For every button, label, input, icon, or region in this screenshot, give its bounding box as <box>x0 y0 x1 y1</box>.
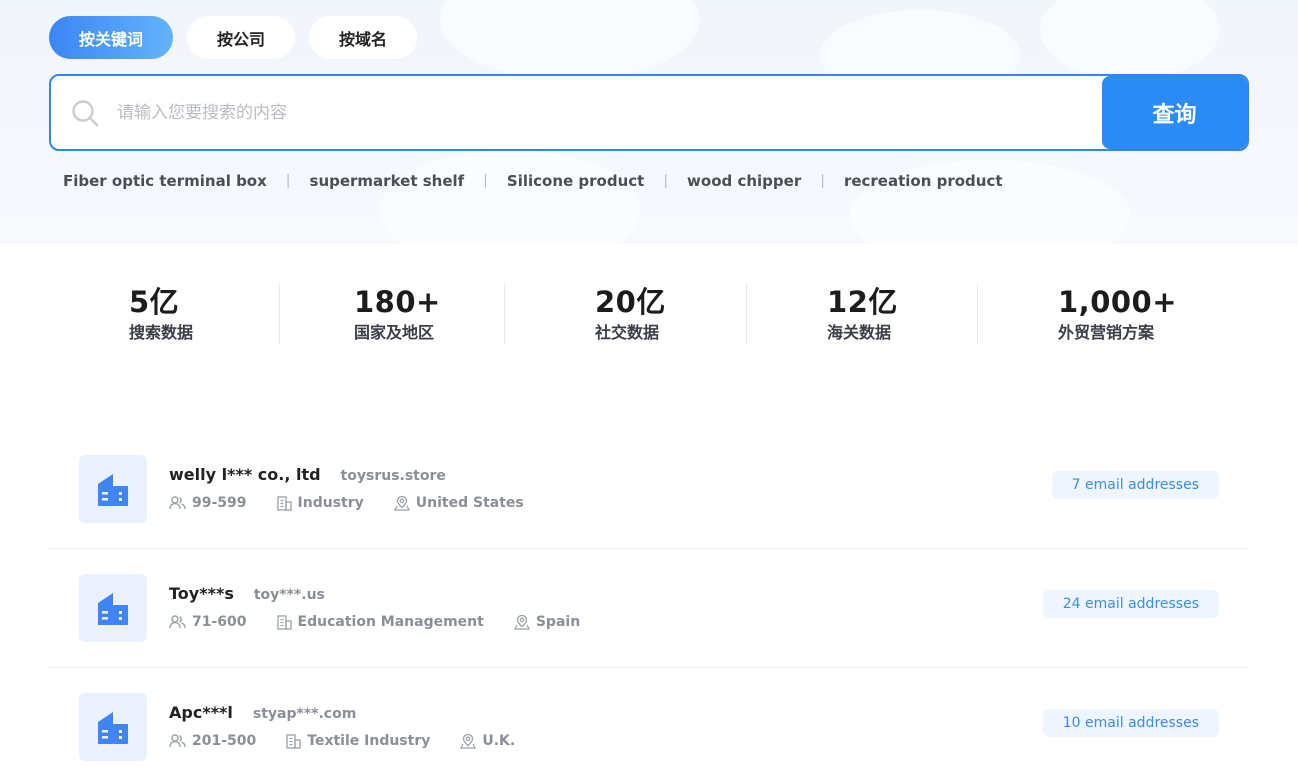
tag-separator: | <box>820 173 825 189</box>
location-value: Spain <box>535 614 581 630</box>
hot-tag-link[interactable]: recreation product <box>844 172 1003 190</box>
employee-count: 99-599 <box>169 495 247 511</box>
industry-value: Education Management <box>297 614 484 630</box>
employee-count: 201-500 <box>169 733 256 749</box>
tag-separator: | <box>285 173 291 189</box>
hot-tag-link[interactable]: supermarket shelf <box>310 172 465 190</box>
stat-marketing-plans: 1,000+ 外贸营销方案 <box>1058 284 1177 344</box>
location-value: U.K. <box>482 733 516 749</box>
tag-separator: | <box>663 173 669 189</box>
company-domain: toy***.us <box>253 587 325 603</box>
location: U.K. <box>460 733 515 749</box>
email-addresses-button[interactable]: 24 email addresses <box>1042 590 1219 618</box>
tab-label: 按域名 <box>338 29 387 49</box>
industry-building-icon <box>276 614 292 630</box>
company-logo <box>79 455 147 523</box>
industry: Education Management <box>276 614 484 630</box>
world-map-decoration <box>380 150 640 244</box>
company-name[interactable]: welly l*** co., ltd <box>169 465 321 484</box>
email-addresses-button[interactable]: 7 email addresses <box>1051 471 1219 499</box>
people-icon <box>169 496 186 510</box>
company-row[interactable]: Apc***l styap***.com 201-500 Textile Ind… <box>49 668 1249 767</box>
industry-value: Industry <box>297 495 364 511</box>
stat-label: 搜索数据 <box>129 323 194 342</box>
stat-value: 5亿 <box>129 285 180 319</box>
stat-value: 20亿 <box>595 285 666 319</box>
industry-value: Textile Industry <box>307 733 431 749</box>
stat-divider <box>746 284 747 344</box>
stat-label: 国家及地区 <box>354 323 435 342</box>
hero-banner: 按关键词 按公司 按域名 查询 Fiber optic terminal box… <box>0 0 1298 244</box>
company-name[interactable]: Apc***l <box>169 703 233 722</box>
employee-count-value: 99-599 <box>192 495 247 511</box>
building-icon <box>98 474 128 506</box>
company-name[interactable]: Toy***s <box>169 584 234 603</box>
tab-domain[interactable]: 按域名 <box>309 16 417 59</box>
stat-divider <box>977 284 978 344</box>
hot-tag-link[interactable]: wood chipper <box>687 172 801 190</box>
company-logo <box>79 574 147 642</box>
people-icon <box>169 734 186 748</box>
employee-count-value: 71-600 <box>192 614 247 630</box>
hot-tag-link[interactable]: Fiber optic terminal box <box>63 172 267 190</box>
stat-label: 社交数据 <box>595 323 660 342</box>
industry-building-icon <box>276 495 292 511</box>
search-button[interactable]: 查询 <box>1102 76 1247 149</box>
search-icon <box>72 100 99 127</box>
stat-value: 12亿 <box>827 285 898 319</box>
employee-count: 71-600 <box>169 614 247 630</box>
stat-divider <box>504 284 505 344</box>
company-heading: Apc***l styap***.com <box>169 703 356 722</box>
company-domain: toysrus.store <box>340 468 446 484</box>
stat-divider <box>279 284 280 344</box>
industry: Textile Industry <box>286 733 430 749</box>
location: Spain <box>513 614 581 630</box>
location-value: United States <box>415 495 524 511</box>
map-pin-icon <box>460 733 477 749</box>
tab-company[interactable]: 按公司 <box>187 16 295 59</box>
stat-customs-data: 12亿 海关数据 <box>827 284 898 344</box>
search-mode-tabs: 按关键词 按公司 按域名 <box>49 16 417 59</box>
hot-tag-link[interactable]: Silicone product <box>507 172 644 190</box>
map-pin-icon <box>393 495 410 511</box>
building-icon <box>98 593 128 625</box>
company-meta: 71-600 Education Management Spain <box>169 614 610 630</box>
stat-social-data: 20亿 社交数据 <box>595 284 666 344</box>
search-box: 查询 <box>49 74 1249 151</box>
tab-label: 按公司 <box>216 29 265 49</box>
stat-search-data: 5亿 搜索数据 <box>129 284 193 344</box>
company-heading: Toy***s toy***.us <box>169 584 325 603</box>
stats-bar: 5亿 搜索数据 180+ 国家及地区 20亿 社交数据 12亿 海关数据 1,0… <box>0 284 1298 344</box>
stat-value: 1,000+ <box>1058 285 1178 319</box>
tab-keyword[interactable]: 按关键词 <box>49 16 173 59</box>
employee-count-value: 201-500 <box>192 733 257 749</box>
industry: Industry <box>276 495 364 511</box>
world-map-decoration <box>1040 0 1220 80</box>
company-logo <box>79 693 147 761</box>
map-pin-icon <box>513 614 530 630</box>
building-icon <box>98 712 128 744</box>
company-row[interactable]: Toy***s toy***.us 71-600 Education Manag… <box>49 549 1249 668</box>
tab-label: 按关键词 <box>78 29 143 49</box>
email-addresses-button[interactable]: 10 email addresses <box>1042 709 1219 737</box>
company-list: welly l*** co., ltd toysrus.store 99-599 <box>49 430 1249 767</box>
industry-building-icon <box>286 733 301 749</box>
world-map-decoration <box>440 0 700 80</box>
company-meta: 201-500 Textile Industry U.K. <box>169 733 545 749</box>
location: United States <box>393 495 524 511</box>
stat-label: 外贸营销方案 <box>1058 323 1155 342</box>
people-icon <box>169 615 186 629</box>
company-domain: styap***.com <box>252 706 357 722</box>
hot-search-tags: Fiber optic terminal box | supermarket s… <box>63 172 1003 190</box>
stat-label: 海关数据 <box>827 323 892 342</box>
stat-countries: 180+ 国家及地区 <box>354 284 441 344</box>
search-input[interactable] <box>117 76 1097 149</box>
stat-value: 180+ <box>354 285 441 319</box>
company-row[interactable]: welly l*** co., ltd toysrus.store 99-599 <box>49 430 1249 549</box>
company-meta: 99-599 Industry United States <box>169 495 554 511</box>
company-heading: welly l*** co., ltd toysrus.store <box>169 465 446 484</box>
tag-separator: | <box>483 173 488 189</box>
